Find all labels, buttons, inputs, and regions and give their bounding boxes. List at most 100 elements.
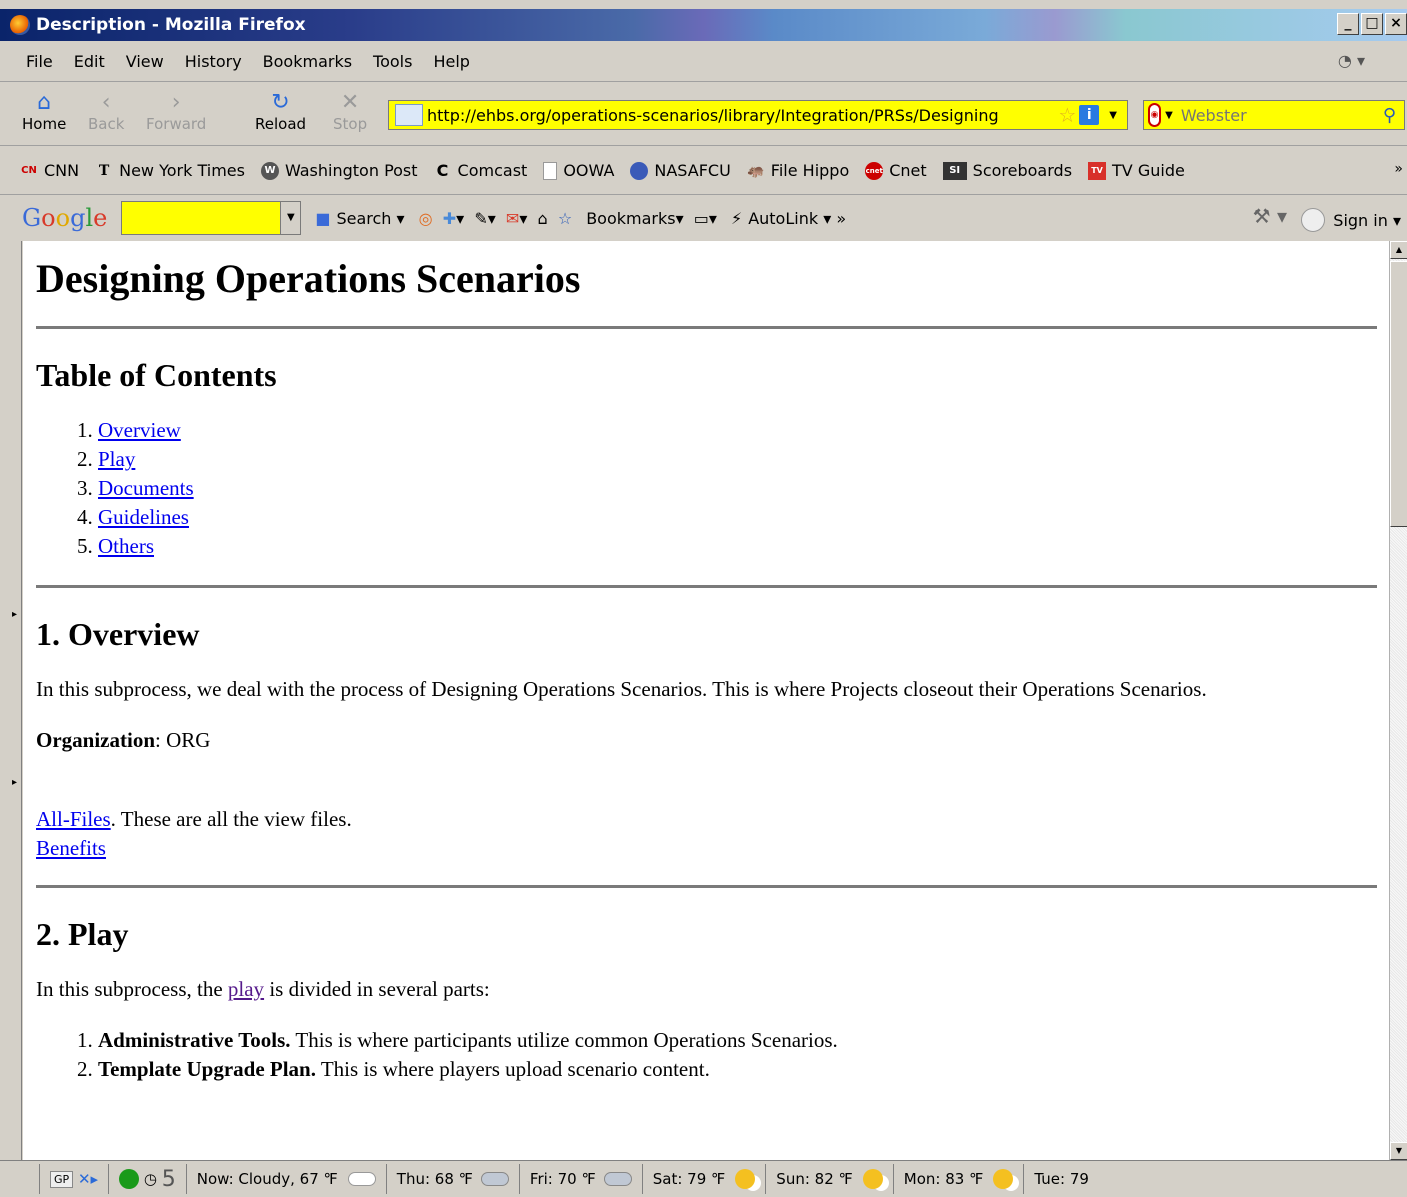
bookmark-nyt[interactable]: T New York Times <box>95 161 245 180</box>
scroll-thumb[interactable] <box>1390 261 1407 527</box>
close-button[interactable]: × <box>1385 13 1407 35</box>
status-empty-panel <box>0 1164 40 1194</box>
sidebar-grip[interactable]: ▸ ▸ <box>0 241 22 1160</box>
toc-list: Overview Play Documents Guidelines Other… <box>36 416 1377 561</box>
google-bookmarks-button[interactable]: Bookmarks ▾ ▭ ▾ <box>586 209 717 228</box>
back-button[interactable]: ‹ Back <box>88 91 124 134</box>
bookmark-nasafcu[interactable]: NASAFCU <box>630 161 731 180</box>
window-controls: _ □ × <box>1337 13 1407 35</box>
menu-history[interactable]: History <box>175 52 253 71</box>
bookmark-wapo[interactable]: W Washington Post <box>260 161 418 180</box>
gp-icon: GP <box>50 1170 74 1188</box>
bookmark-cnn[interactable]: CN CNN <box>20 161 79 180</box>
toolbar-icons-group[interactable]: ◎ ✚ ▾ ✎ ▾ ✉ ▾ ⌂ ☆ <box>419 209 573 228</box>
bookmark-tvguide[interactable]: TV TV Guide <box>1088 161 1185 180</box>
search-bar[interactable]: ◉ ▼ ⚲ <box>1143 100 1405 130</box>
organization-value: : ORG <box>155 728 211 752</box>
sidebar-expand-icon[interactable]: ▸ <box>12 609 17 620</box>
engine-dropdown-icon[interactable]: ▼ <box>1165 110 1173 121</box>
menu-file[interactable]: File <box>16 52 64 71</box>
google-search-box[interactable]: ▼ <box>121 201 302 235</box>
toc-item: Overview <box>98 416 1377 445</box>
bookmark-filehippo[interactable]: 🦛 File Hippo <box>747 161 849 180</box>
all-files-link[interactable]: All-Files <box>36 807 111 831</box>
scroll-up-icon[interactable]: ▲ <box>1390 241 1407 259</box>
bookmark-label: Scoreboards <box>972 161 1073 180</box>
play-list: Administrative Tools. This is where part… <box>36 1026 1377 1084</box>
home-label: Home <box>22 115 67 133</box>
google-search-dropdown-icon[interactable]: ▼ <box>280 202 301 234</box>
gp-button[interactable]: GP ✕▸ <box>40 1164 110 1194</box>
benefits-link[interactable]: Benefits <box>36 836 106 860</box>
x-icon[interactable]: ✕▸ <box>78 1170 98 1188</box>
weather-sat[interactable]: Sat: 79 ℉ <box>643 1164 767 1194</box>
autolink-button[interactable]: ⚡ AutoLink ▾ » <box>731 209 846 228</box>
info-icon[interactable]: i <box>1079 105 1100 125</box>
bank-icon: ⌂ <box>537 208 548 228</box>
wrench-icon[interactable]: ⚒ ▾ <box>1253 204 1287 228</box>
site-identity-icon[interactable] <box>395 104 423 126</box>
divider <box>36 585 1377 588</box>
forward-label: Forward <box>146 115 207 133</box>
bookmark-label: New York Times <box>119 161 245 180</box>
scroll-down-icon[interactable]: ▼ <box>1390 1142 1407 1160</box>
sun-icon <box>735 1169 756 1189</box>
status-bar: GP ✕▸ ◷ 5 Now: Cloudy, 67 ℉ Thu: 68 ℉ Fr… <box>0 1160 1407 1197</box>
navigation-toolbar: ⌂ Home ‹ Back › Forward ↻ Reload ✕ Stop … <box>0 83 1407 146</box>
weather-tue[interactable]: Tue: 79 <box>1024 1164 1099 1194</box>
rain-icon <box>603 1172 632 1186</box>
weather-thu[interactable]: Thu: 68 ℉ <box>387 1164 520 1194</box>
menu-bookmarks[interactable]: Bookmarks <box>253 52 363 71</box>
menu-tools[interactable]: Tools <box>363 52 423 71</box>
maximize-button[interactable]: □ <box>1361 13 1383 35</box>
toc-item: Play <box>98 445 1377 474</box>
bookmark-label: NASAFCU <box>654 161 731 180</box>
stop-button[interactable]: ✕ Stop <box>333 91 367 134</box>
sign-in-circle-icon <box>1301 208 1326 232</box>
url-text[interactable]: http://ehbs.org/operations-scenarios/lib… <box>427 106 1055 125</box>
weather-now[interactable]: Now: Cloudy, 67 ℉ <box>187 1164 387 1194</box>
status-indicators: ◷ 5 <box>109 1164 187 1194</box>
menu-edit[interactable]: Edit <box>64 52 116 71</box>
url-bar[interactable]: http://ehbs.org/operations-scenarios/lib… <box>388 100 1128 130</box>
organization-line: Organization: ORG <box>36 726 1377 755</box>
bookmark-comcast[interactable]: C Comcast <box>434 161 528 180</box>
reload-button[interactable]: ↻ Reload <box>255 91 306 134</box>
weather-fri[interactable]: Fri: 70 ℉ <box>520 1164 643 1194</box>
menu-help[interactable]: Help <box>423 52 480 71</box>
search-engine-icon[interactable]: ◉ <box>1148 103 1162 127</box>
sign-in-button[interactable]: Sign in ▾ <box>1301 208 1401 232</box>
play-link[interactable]: play <box>228 977 264 1001</box>
forward-button[interactable]: › Forward <box>146 91 207 134</box>
page-title: Designing Operations Scenarios <box>36 256 581 301</box>
toc-link-others[interactable]: Others <box>98 534 154 558</box>
url-dropdown-icon[interactable]: ▼ <box>1109 110 1117 121</box>
autolink-label: AutoLink <box>748 208 819 228</box>
sidebar-expand-icon[interactable]: ▸ <box>12 777 17 788</box>
firefox-logo-icon <box>10 15 30 35</box>
weather-mon[interactable]: Mon: 83 ℉ <box>894 1164 1025 1194</box>
weather-sun[interactable]: Sun: 82 ℉ <box>766 1164 894 1194</box>
bookmark-label: Comcast <box>457 161 528 180</box>
minimize-button[interactable]: _ <box>1337 13 1359 35</box>
green-status-icon <box>119 1169 140 1189</box>
vertical-scrollbar[interactable]: ▲ ▼ <box>1389 241 1407 1160</box>
toc-link-play[interactable]: Play <box>98 447 135 471</box>
toc-item: Documents <box>98 474 1377 503</box>
bookmark-star-icon[interactable]: ☆ <box>1058 103 1076 127</box>
google-toolbar: Google ▼ ■ Search ▾ ◎ ✚ ▾ ✎ ▾ ✉ ▾ ⌂ ☆ Bookma… <box>0 196 1407 240</box>
bookmarks-overflow-icon[interactable]: » <box>1394 161 1403 177</box>
search-go-icon[interactable]: ⚲ <box>1383 105 1396 126</box>
home-button[interactable]: ⌂ Home <box>22 91 67 134</box>
play-item: Administrative Tools. This is where part… <box>98 1026 1377 1055</box>
bookmark-scoreboards[interactable]: SI Scoreboards <box>942 161 1073 180</box>
bookmark-oowa[interactable]: OOWA <box>543 161 614 180</box>
search-input[interactable] <box>1178 104 1383 126</box>
menu-view[interactable]: View <box>116 52 175 71</box>
google-search-button[interactable]: ■ Search ▾ <box>315 209 404 228</box>
toc-link-guidelines[interactable]: Guidelines <box>98 505 189 529</box>
bookmark-cnet[interactable]: cnet Cnet <box>865 161 927 180</box>
toc-link-overview[interactable]: Overview <box>98 418 181 442</box>
toc-link-documents[interactable]: Documents <box>98 476 194 500</box>
sun-icon <box>993 1169 1014 1189</box>
